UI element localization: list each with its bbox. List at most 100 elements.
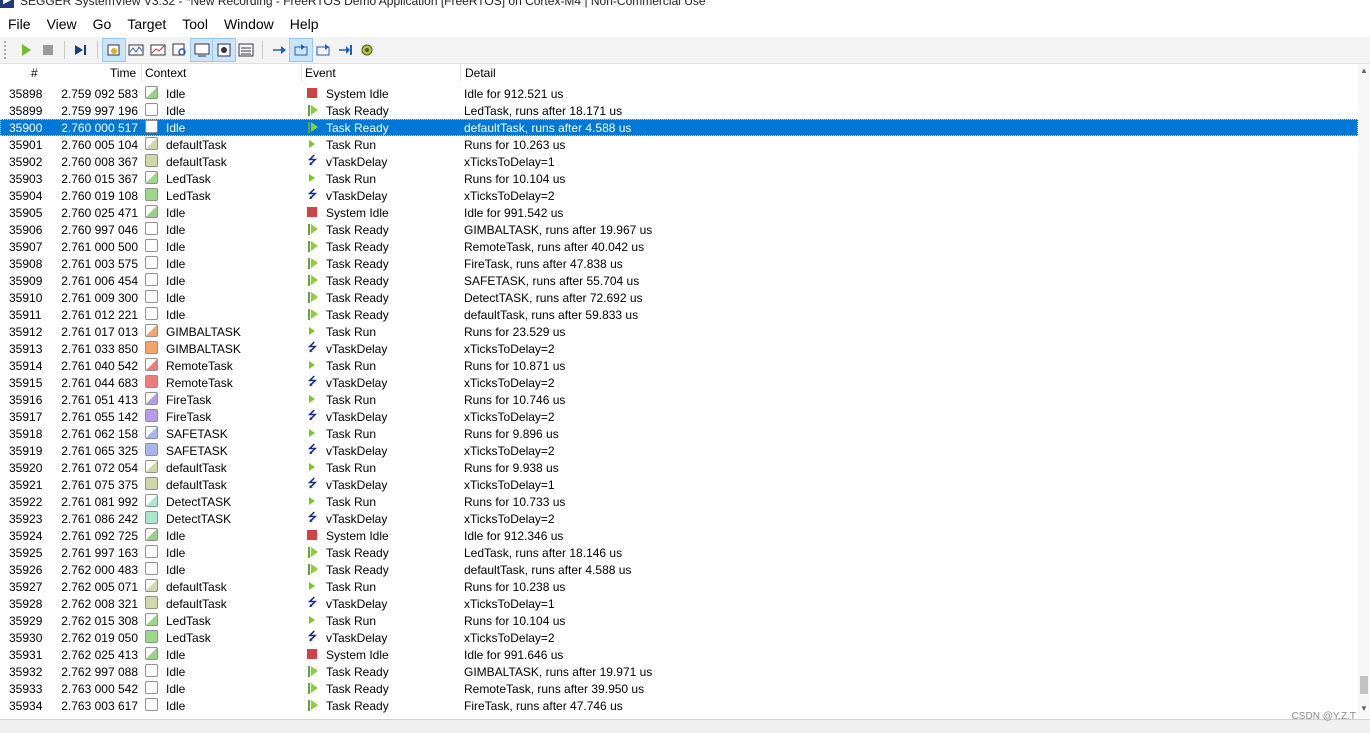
context-color-icon xyxy=(145,511,158,524)
table-row[interactable]: 35906 2.760 997 046 Idle Task Ready GIMBALTA… xyxy=(0,221,1358,238)
table-row[interactable]: 35910 2.761 009 300 Idle Task Ready DetectTA… xyxy=(0,289,1358,306)
scrollbar-thumb[interactable] xyxy=(1360,676,1368,694)
table-row[interactable]: 35908 2.761 003 575 Idle Task Ready FireTask… xyxy=(0,255,1358,272)
table-row[interactable]: 35932 2.762 997 088 Idle Task Ready GIMBALTA… xyxy=(0,663,1358,680)
event-name: Task Ready xyxy=(326,308,389,322)
go-to-end-icon[interactable] xyxy=(70,39,92,61)
table-row[interactable]: 35898 2.759 092 583 Idle System Idle Idle fo… xyxy=(0,85,1358,102)
toolbar-grip[interactable] xyxy=(4,41,9,59)
menu-tool[interactable]: Tool xyxy=(174,16,216,32)
table-row[interactable]: 35916 2.761 051 413 FireTask Task Run Runs f… xyxy=(0,391,1358,408)
event-detail: xTicksToDelay=2 xyxy=(464,376,555,390)
event-context: RemoteTask xyxy=(166,376,233,390)
step-back-icon[interactable] xyxy=(312,39,334,61)
menu-go[interactable]: Go xyxy=(85,16,120,32)
context-color-icon xyxy=(145,188,158,201)
step-forward-icon[interactable] xyxy=(334,39,356,61)
table-row[interactable]: 35928 2.762 008 321 defaultTask ⭍ vTaskDelay… xyxy=(0,595,1358,612)
event-context: Idle xyxy=(166,291,186,305)
table-row[interactable]: 35924 2.761 092 725 Idle System Idle Idle fo… xyxy=(0,527,1358,544)
toolbar xyxy=(0,37,1370,64)
event-detail: Runs for 9.896 us xyxy=(464,427,559,441)
column-header-time[interactable]: Time xyxy=(110,66,136,80)
table-row[interactable]: 35899 2.759 997 196 Idle Task Ready LedTask,… xyxy=(0,102,1358,119)
table-row[interactable]: 35911 2.761 012 221 Idle Task Ready defaultT… xyxy=(0,306,1358,323)
table-row[interactable]: 35919 2.761 065 325 SAFETASK ⭍ vTaskDelay xTi… xyxy=(0,442,1358,459)
task-ready-icon xyxy=(307,105,318,116)
table-row[interactable]: 35917 2.761 055 142 FireTask ⭍ vTaskDelay xTi… xyxy=(0,408,1358,425)
event-number: 35922 xyxy=(9,495,43,509)
event-name: Task Ready xyxy=(326,121,389,135)
event-context: LedTask xyxy=(166,614,211,628)
context-color-icon xyxy=(145,494,158,507)
step-context-icon[interactable] xyxy=(289,38,313,62)
table-row[interactable]: 35913 2.761 033 850 GIMBALTASK ⭍ vTaskDelay x… xyxy=(0,340,1358,357)
events-list-icon[interactable] xyxy=(102,38,126,62)
table-row[interactable]: 35912 2.761 017 013 GIMBALTASK Task Run Runs… xyxy=(0,323,1358,340)
terminal-icon[interactable] xyxy=(190,38,214,62)
column-divider[interactable] xyxy=(301,64,302,82)
table-row[interactable]: 35907 2.761 000 500 Idle Task Ready RemoteTa… xyxy=(0,238,1358,255)
table-row[interactable]: 35926 2.762 000 483 Idle Task Ready defaultT… xyxy=(0,561,1358,578)
table-row[interactable]: 35903 2.760 015 367 LedTask Task Run Runs fo… xyxy=(0,170,1358,187)
menu-help[interactable]: Help xyxy=(282,16,327,32)
event-time: 2.762 997 088 xyxy=(61,665,138,679)
table-row[interactable]: 35904 2.760 019 108 LedTask ⭍ vTaskDelay xTic… xyxy=(0,187,1358,204)
table-row[interactable]: 35909 2.761 006 454 Idle Task Ready SAFETASK… xyxy=(0,272,1358,289)
table-row[interactable]: 35914 2.761 040 542 RemoteTask Task Run Runs… xyxy=(0,357,1358,374)
event-detail: Runs for 10.746 us xyxy=(464,393,566,407)
event-detail: Idle for 912.521 us xyxy=(464,87,564,101)
context-color-icon xyxy=(145,256,158,269)
event-time: 2.761 997 163 xyxy=(61,546,138,560)
vertical-scrollbar[interactable]: ▲ ▼ xyxy=(1358,64,1370,718)
menu-view[interactable]: View xyxy=(39,16,85,32)
table-row[interactable]: 35915 2.761 044 683 RemoteTask ⭍ vTaskDelay x… xyxy=(0,374,1358,391)
table-row[interactable]: 35930 2.762 019 050 LedTask ⭍ vTaskDelay xTic… xyxy=(0,629,1358,646)
menu-target[interactable]: Target xyxy=(119,16,174,32)
event-detail: Runs for 10.238 us xyxy=(464,580,566,594)
stop-icon[interactable] xyxy=(37,39,59,61)
table-row[interactable]: 35929 2.762 015 308 LedTask Task Run Runs fo… xyxy=(0,612,1358,629)
context-color-icon xyxy=(145,120,158,133)
table-row[interactable]: 35922 2.761 081 992 DetectTASK Task Run Runs… xyxy=(0,493,1358,510)
table-row[interactable]: 35918 2.761 062 158 SAFETASK Task Run Runs f… xyxy=(0,425,1358,442)
event-detail: DetectTASK, runs after 72.692 us xyxy=(464,291,643,305)
column-header-number[interactable]: # xyxy=(31,66,38,80)
event-detail: GIMBALTASK, runs after 19.971 us xyxy=(464,665,653,679)
column-header-detail[interactable]: Detail xyxy=(465,66,496,80)
cpu-load-icon[interactable] xyxy=(147,39,169,61)
table-row[interactable]: 35934 2.763 003 617 Idle Task Ready FireTask… xyxy=(0,697,1358,714)
play-icon[interactable] xyxy=(15,39,37,61)
timeline-icon[interactable] xyxy=(125,39,147,61)
table-row[interactable]: 35900 2.760 000 517 Idle Task Ready defaultT… xyxy=(0,119,1358,136)
table-row[interactable]: 35927 2.762 005 071 defaultTask Task Run Run… xyxy=(0,578,1358,595)
scroll-down-icon[interactable]: ▼ xyxy=(1358,704,1370,716)
scroll-up-icon[interactable]: ▲ xyxy=(1358,66,1370,78)
table-row[interactable]: 35905 2.760 025 471 Idle System Idle Idle fo… xyxy=(0,204,1358,221)
table-row[interactable]: 35933 2.763 000 542 Idle Task Ready RemoteTa… xyxy=(0,680,1358,697)
event-context: Idle xyxy=(166,104,186,118)
table-row[interactable]: 35931 2.762 025 413 Idle System Idle Idle fo… xyxy=(0,646,1358,663)
column-divider[interactable] xyxy=(460,64,461,82)
table-row[interactable]: 35921 2.761 075 375 defaultTask ⭍ vTaskDelay… xyxy=(0,476,1358,493)
column-divider[interactable] xyxy=(141,64,142,82)
event-number: 35915 xyxy=(9,376,43,390)
event-name: Task Ready xyxy=(326,699,389,713)
task-run-icon xyxy=(307,615,318,626)
menu-file[interactable]: File xyxy=(0,16,39,32)
table-row[interactable]: 35901 2.760 005 104 defaultTask Task Run Run… xyxy=(0,136,1358,153)
table-row[interactable]: 35923 2.761 086 242 DetectTASK ⭍ vTaskDelay x… xyxy=(0,510,1358,527)
event-time: 2.761 000 500 xyxy=(61,240,138,254)
settings-icon[interactable] xyxy=(356,39,378,61)
contexts-icon[interactable] xyxy=(169,39,191,61)
system-info-icon[interactable] xyxy=(235,39,257,61)
runtime-icon[interactable] xyxy=(212,38,236,62)
event-time: 2.761 003 575 xyxy=(61,257,138,271)
column-header-context[interactable]: Context xyxy=(145,66,186,80)
table-row[interactable]: 35925 2.761 997 163 Idle Task Ready LedTask,… xyxy=(0,544,1358,561)
table-row[interactable]: 35920 2.761 072 054 defaultTask Task Run Run… xyxy=(0,459,1358,476)
menu-window[interactable]: Window xyxy=(216,16,282,32)
column-header-event[interactable]: Event xyxy=(305,66,336,80)
step-next-icon[interactable] xyxy=(268,39,290,61)
table-row[interactable]: 35902 2.760 008 367 defaultTask ⭍ vTaskDelay… xyxy=(0,153,1358,170)
